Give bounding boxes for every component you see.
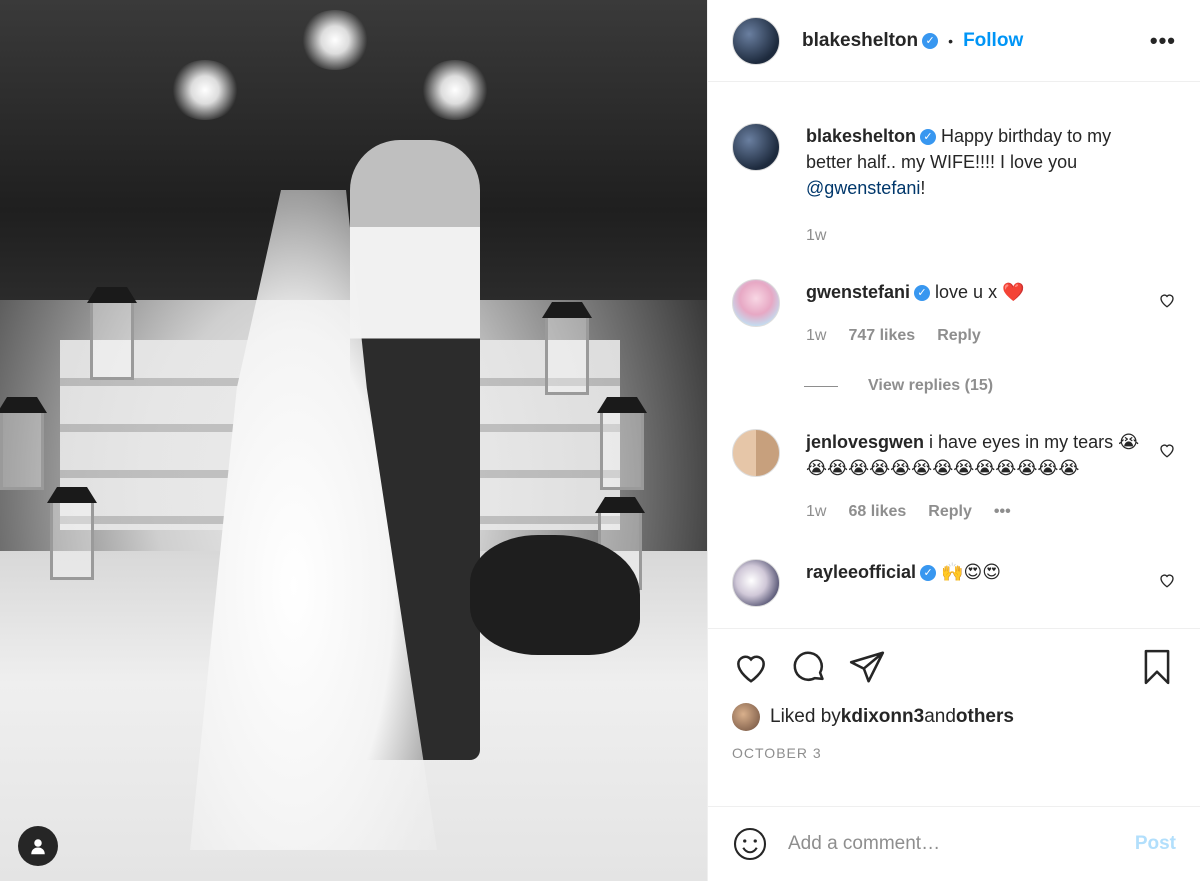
comment-text: love u x ❤️ [930, 282, 1025, 302]
like-comment-heart-icon[interactable] [1158, 571, 1176, 589]
comment-username[interactable]: rayleeofficial [806, 562, 916, 582]
follow-button[interactable]: Follow [963, 30, 1023, 52]
comment-options-icon[interactable]: ••• [994, 499, 1011, 525]
lantern [600, 410, 644, 490]
lantern [50, 500, 94, 580]
caption-text-end: ! [920, 178, 926, 198]
comment-item: gwenstefani ✓ love u x ❤️ 1w 747 likes Re… [732, 279, 1176, 349]
dog-figure [470, 535, 640, 655]
liked-by-prefix: Liked by [770, 706, 841, 727]
view-replies-line [804, 385, 838, 387]
add-comment-input[interactable] [788, 833, 1135, 855]
comment-meta: 1w 68 likes Reply ••• [806, 499, 1146, 525]
caption-body: blakeshelton ✓ Happy birthday to my bette… [806, 123, 1176, 249]
comment-username[interactable]: jenlovesgwen [806, 432, 924, 452]
comment-username[interactable]: gwenstefani [806, 282, 910, 302]
mention-link[interactable]: @gwenstefani [806, 178, 920, 198]
view-replies-button[interactable]: View replies (15) [804, 377, 1176, 395]
emoji-smile-icon[interactable] [732, 826, 768, 862]
comments-list[interactable]: blakeshelton ✓ Happy birthday to my bette… [708, 83, 1200, 628]
comment-item: rayleeofficial ✓ 🙌😍😍 [732, 559, 1176, 607]
caption-meta: 1w [806, 223, 1146, 249]
verified-icon: ✓ [920, 565, 937, 582]
user-icon [31, 839, 45, 855]
liker-avatar[interactable] [732, 703, 760, 731]
comment-likes[interactable]: 747 likes [848, 323, 915, 349]
save-bookmark-icon[interactable] [1138, 648, 1176, 686]
like-comment-heart-icon[interactable] [1158, 441, 1176, 459]
verified-icon: ✓ [914, 285, 931, 302]
lantern [545, 315, 589, 395]
comment-meta: 1w 747 likes Reply [806, 323, 1146, 349]
share-paper-plane-icon[interactable] [848, 648, 886, 686]
post-comment-button[interactable]: Post [1135, 833, 1176, 855]
post-side-panel: blakeshelton ✓ • Follow ••• blakeshelton… [707, 0, 1200, 881]
comment-time[interactable]: 1w [806, 499, 826, 525]
commenter-avatar[interactable] [732, 559, 780, 607]
chandelier [420, 60, 490, 120]
chandelier [300, 10, 370, 70]
post-actions: Liked by kdixonn3 and others OCTOBER 3 [708, 628, 1200, 761]
liked-by: Liked by kdixonn3 and others [732, 703, 1176, 731]
reply-button[interactable]: Reply [928, 499, 972, 525]
caption-username[interactable]: blakeshelton [806, 126, 916, 146]
author-avatar[interactable] [732, 16, 780, 65]
lantern [90, 300, 134, 380]
comment-text: 🙌😍😍 [936, 562, 1002, 582]
post-photo[interactable] [0, 0, 707, 881]
caption-time[interactable]: 1w [806, 223, 826, 249]
reply-button[interactable]: Reply [937, 323, 981, 349]
liked-by-user[interactable]: kdixonn3 [841, 706, 924, 728]
comment-likes[interactable]: 68 likes [848, 499, 906, 525]
liked-by-others[interactable]: others [956, 706, 1014, 728]
tagged-users-button[interactable] [18, 826, 58, 866]
chandelier [170, 60, 240, 120]
view-replies-label: View replies (15) [868, 377, 994, 394]
lantern [0, 410, 44, 490]
verified-icon: ✓ [922, 32, 939, 49]
comment-bubble-icon[interactable] [790, 648, 828, 686]
commenter-avatar[interactable] [732, 279, 780, 327]
author-username[interactable]: blakeshelton [802, 30, 918, 52]
caption-avatar[interactable] [732, 123, 780, 171]
liked-by-middle: and [924, 706, 956, 727]
comment-time[interactable]: 1w [806, 323, 826, 349]
comment-body: rayleeofficial ✓ 🙌😍😍 [806, 559, 1176, 607]
add-comment-bar: Post [708, 806, 1200, 881]
action-icons [732, 643, 1176, 691]
like-heart-icon[interactable] [732, 648, 770, 686]
header-separator: • [948, 32, 954, 49]
comment-body: jenlovesgwen i have eyes in my tears 😭😭😭… [806, 429, 1176, 525]
post-header: blakeshelton ✓ • Follow ••• [708, 0, 1200, 82]
caption: blakeshelton ✓ Happy birthday to my bette… [732, 123, 1176, 249]
like-comment-heart-icon[interactable] [1158, 291, 1176, 309]
verified-icon: ✓ [920, 129, 937, 146]
more-options-icon[interactable]: ••• [1150, 28, 1176, 54]
comment-body: gwenstefani ✓ love u x ❤️ 1w 747 likes Re… [806, 279, 1176, 349]
commenter-avatar[interactable] [732, 429, 780, 477]
post-date[interactable]: OCTOBER 3 [732, 745, 1176, 761]
comment-item: jenlovesgwen i have eyes in my tears 😭😭😭… [732, 429, 1176, 525]
